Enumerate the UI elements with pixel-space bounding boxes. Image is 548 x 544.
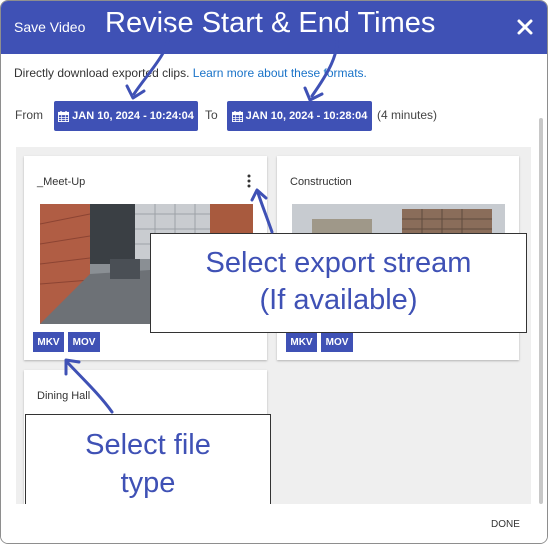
description: Directly download exported clips. Learn … [14, 66, 367, 80]
done-button[interactable]: DONE [491, 519, 520, 530]
save-video-dialog: Save Video Revise Start & End Times Dire… [0, 0, 548, 544]
start-date-button[interactable]: JAN 10, 2024 - 10:24:04 [54, 101, 198, 131]
to-label: To [205, 108, 218, 122]
calendar-icon [58, 110, 70, 122]
end-date-text: JAN 10, 2024 - 10:28:04 [245, 110, 368, 122]
dialog-footer: DONE [1, 504, 547, 543]
annotation-file-type: Select file type [25, 414, 271, 514]
annotation-text: type [120, 467, 176, 499]
duration-text: (4 minutes) [377, 108, 438, 122]
from-label: From [15, 108, 43, 122]
format-mkv-button[interactable]: MKV [286, 332, 317, 352]
annotation-export-stream: Select export stream (If available) [150, 233, 527, 333]
calendar-icon [231, 110, 243, 122]
start-date-text: JAN 10, 2024 - 10:24:04 [72, 110, 194, 122]
annotation-text: (If available) [259, 284, 418, 316]
end-date-button[interactable]: JAN 10, 2024 - 10:28:04 [227, 101, 372, 131]
more-vert-icon[interactable] [244, 173, 254, 189]
description-text: Directly download exported clips. [14, 66, 193, 80]
annotation-revise-times: Revise Start & End Times [105, 7, 436, 39]
camera-name: Construction [290, 176, 352, 188]
camera-name: _Meet-Up [37, 176, 86, 188]
format-mov-button[interactable]: MOV [68, 332, 100, 352]
format-mov-button[interactable]: MOV [321, 332, 353, 352]
dialog-header: Save Video Revise Start & End Times [1, 1, 547, 54]
scrollbar[interactable] [539, 118, 543, 504]
learn-more-link[interactable]: Learn more about these formats. [193, 66, 367, 80]
close-icon[interactable] [513, 15, 537, 39]
dialog-title: Save Video [14, 19, 86, 35]
camera-name: Dining Hall [37, 390, 91, 402]
annotation-text: Select file [85, 429, 211, 461]
format-mkv-button[interactable]: MKV [33, 332, 64, 352]
annotation-text: Select export stream [205, 247, 472, 279]
